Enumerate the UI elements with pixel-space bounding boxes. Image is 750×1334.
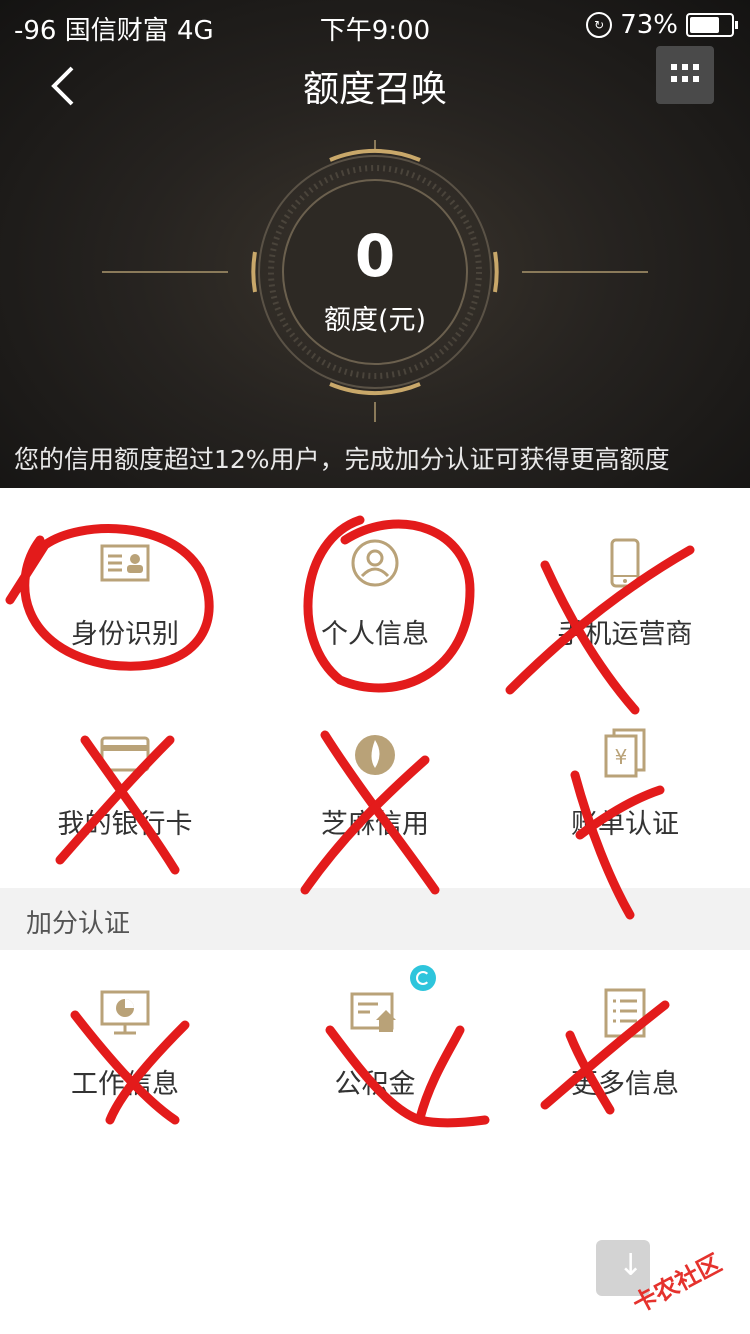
auth-item-label: 个人信息	[321, 619, 429, 650]
status-bar: -96 国信财富 4G 下午9:00 ↻ 73%	[0, 0, 750, 52]
auth-item-label: 账单认证	[571, 809, 679, 840]
battery-percent: 73%	[620, 10, 678, 40]
auth-item-bill-verify[interactable]: ¥ 账单认证	[500, 690, 750, 880]
auth-item-label: 我的银行卡	[57, 809, 193, 840]
auth-item-label: 芝麻信用	[321, 809, 429, 840]
bill-icon: ¥	[604, 728, 646, 778]
refresh-badge-icon	[410, 965, 436, 991]
auth-item-label: 公积金	[334, 1069, 416, 1100]
auth-item-label: 工作信息	[71, 1069, 179, 1100]
bonus-section-header: 加分认证	[0, 888, 750, 950]
basic-auth-grid: 身份识别 个人信息 手机运营商 我的银行卡 芝麻信用 ¥ 账单认证	[0, 500, 750, 888]
credit-amount: 0	[354, 222, 396, 290]
svg-text:¥: ¥	[615, 745, 628, 769]
auth-item-bank-card[interactable]: 我的银行卡	[0, 690, 250, 880]
nav-bar: 额度召唤	[0, 46, 750, 118]
hero-banner: -96 国信财富 4G 下午9:00 ↻ 73% 额度召唤 0 额度(元) 您的…	[0, 0, 750, 488]
auth-item-housing-fund[interactable]: 公积金	[250, 950, 500, 1140]
document-list-icon	[604, 988, 646, 1038]
auth-item-label: 身份识别	[71, 619, 179, 650]
bank-card-icon	[100, 736, 150, 772]
auth-item-personal-info[interactable]: 个人信息	[250, 500, 500, 690]
fund-icon	[350, 992, 396, 1032]
page-title: 额度召唤	[302, 69, 447, 110]
work-monitor-icon	[100, 990, 150, 1035]
id-card-icon	[100, 544, 150, 582]
section-title: 加分认证	[26, 909, 131, 939]
auth-item-sesame-credit[interactable]: 芝麻信用	[250, 690, 500, 880]
auth-item-label: 手机运营商	[557, 619, 693, 650]
credit-amount-label: 额度(元)	[323, 305, 427, 336]
auth-item-label: 更多信息	[571, 1069, 679, 1100]
bonus-auth-grid: 工作信息 公积金 更多信息	[0, 950, 750, 1140]
watermark-logo: ↓ 卡农社区	[588, 1238, 738, 1319]
battery-icon	[686, 13, 738, 37]
battery-fill	[690, 17, 719, 33]
auth-item-work-info[interactable]: 工作信息	[0, 950, 250, 1140]
phone-icon	[610, 538, 640, 588]
user-circle-icon	[351, 539, 399, 587]
auth-item-identity[interactable]: 身份识别	[0, 500, 250, 690]
grid-dots-icon[interactable]	[656, 46, 714, 104]
auth-item-more-info[interactable]: 更多信息	[500, 950, 750, 1140]
sesame-icon	[355, 735, 395, 775]
credit-tip-text: 您的信用额度超过12%用户，完成加分认证可获得更高额度	[14, 445, 670, 474]
auth-item-mobile-carrier[interactable]: 手机运营商	[500, 500, 750, 690]
rotation-lock-icon: ↻	[586, 12, 613, 38]
